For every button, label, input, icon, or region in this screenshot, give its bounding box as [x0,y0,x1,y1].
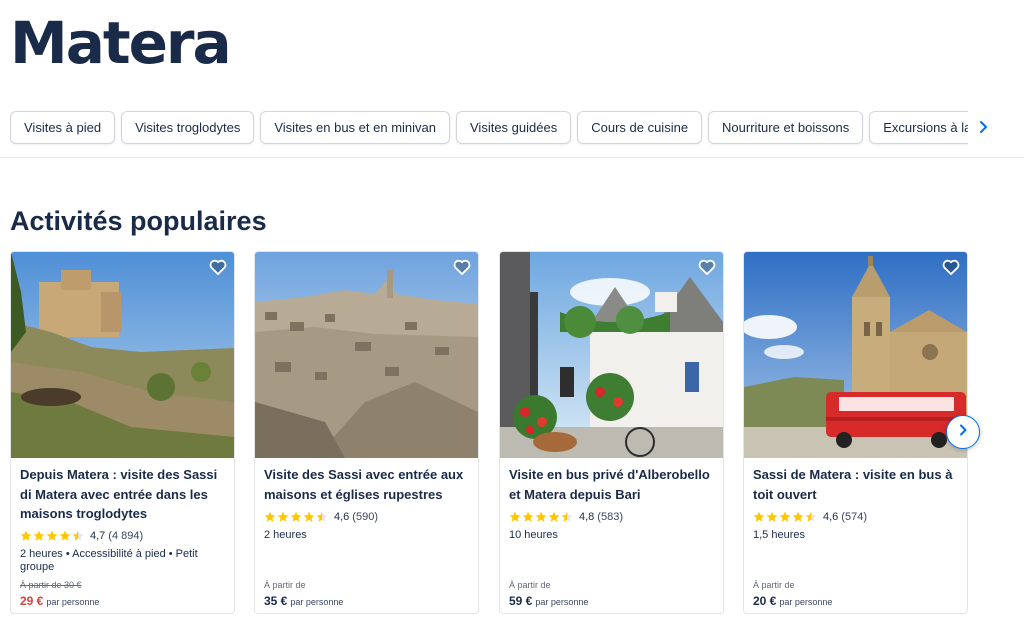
price-unit: par personne [290,597,344,607]
chevron-right-icon[interactable] [973,117,993,137]
star-icon [779,511,791,522]
price-unit: par personne [779,597,833,607]
chip-cave-tours[interactable]: Visites troglodytes [121,111,255,144]
activity-card[interactable]: Visite des Sassi avec entrée aux maisons… [254,251,479,614]
from-label: À partir de [753,580,795,590]
rating-row: 4,8 (583) [509,510,623,524]
activity-title[interactable]: Visite des Sassi avec entrée aux maisons… [264,465,472,504]
star-rating [264,511,329,523]
star-rating [753,511,818,523]
rating-score: 4,6 [823,511,839,523]
star-rating [20,530,85,542]
price-value: 35 € [264,594,288,608]
chip-day-trips[interactable]: Excursions à la journée [869,111,968,144]
page-title: Matera [10,9,232,77]
star-icon [33,530,45,541]
rating-row: 4,6 (590) [264,510,378,524]
activity-title[interactable]: Visite en bus privé d'Alberobello et Mat… [509,465,717,504]
activity-image[interactable] [255,252,478,458]
chevron-right-icon [955,422,971,443]
review-count: (574) [841,511,867,523]
price: 59 € par personne [509,594,588,608]
activity-details: 2 heures • Accessibilité à pied • Petit … [20,548,198,573]
star-rating [509,511,574,523]
from-label: À partir de 30 € [20,580,82,590]
star-icon [522,511,534,522]
review-count: (4 894) [108,530,144,542]
star-icon [805,511,817,522]
star-icon [46,530,58,541]
star-icon [72,530,84,541]
from-label: À partir de [264,580,306,590]
price-unit: par personne [535,597,589,607]
star-icon [316,511,328,522]
activity-details: 1,5 heures [753,529,805,541]
rating-score: 4,7 [90,530,106,542]
review-count: (583) [597,511,623,523]
activity-image[interactable] [744,252,967,458]
activity-details: 2 heures [264,529,307,541]
star-icon [290,511,302,522]
activity-details: 10 heures [509,529,558,541]
rating-score: 4,6 [334,511,350,523]
carousel-next-button[interactable] [946,415,980,449]
star-icon [535,511,547,522]
chip-food-drink[interactable]: Nourriture et boissons [708,111,864,144]
review-count: (590) [352,511,378,523]
star-icon [264,511,276,522]
star-icon [59,530,71,541]
star-icon [277,511,289,522]
activity-image[interactable] [500,252,723,458]
price-value: 29 € [20,594,44,608]
star-icon [509,511,521,522]
star-icon [561,511,573,522]
chip-cooking-classes[interactable]: Cours de cuisine [577,111,703,144]
activity-card[interactable]: Visite en bus privé d'Alberobello et Mat… [499,251,724,614]
category-chips: Visites à pied Visites troglodytes Visites… [10,111,968,147]
star-icon [548,511,560,522]
chip-bus-minivan-tours[interactable]: Visites en bus et en minivan [260,111,450,144]
rating-score: 4,8 [579,511,595,523]
activity-card[interactable]: Sassi de Matera : visite en bus à toit o… [743,251,968,614]
chip-walking-tours[interactable]: Visites à pied [10,111,116,144]
price-value: 20 € [753,594,777,608]
activity-title[interactable]: Sassi de Matera : visite en bus à toit o… [753,465,961,504]
star-icon [792,511,804,522]
price: 20 € par personne [753,594,832,608]
star-icon [303,511,315,522]
star-icon [20,530,32,541]
price: 29 € par personne [20,594,99,608]
rating-row: 4,7 (4 894) [20,529,143,543]
activity-title[interactable]: Depuis Matera : visite des Sassi di Mate… [20,465,228,524]
activity-card[interactable]: Depuis Matera : visite des Sassi di Mate… [10,251,235,614]
from-label: À partir de [509,580,551,590]
star-icon [766,511,778,522]
divider [0,157,1024,158]
category-chip-bar: Visites à pied Visites troglodytes Visites… [0,111,1024,147]
price-unit: par personne [46,597,100,607]
activity-image[interactable] [11,252,234,458]
heart-icon[interactable] [697,257,717,277]
heart-icon[interactable] [941,257,961,277]
price-value: 59 € [509,594,533,608]
heart-icon[interactable] [208,257,228,277]
star-icon [753,511,765,522]
heart-icon[interactable] [452,257,472,277]
rating-row: 4,6 (574) [753,510,867,524]
section-title: Activités populaires [10,206,267,236]
price: 35 € par personne [264,594,343,608]
original-price: À partir de 30 € [20,580,82,590]
chip-guided-tours[interactable]: Visites guidées [456,111,572,144]
